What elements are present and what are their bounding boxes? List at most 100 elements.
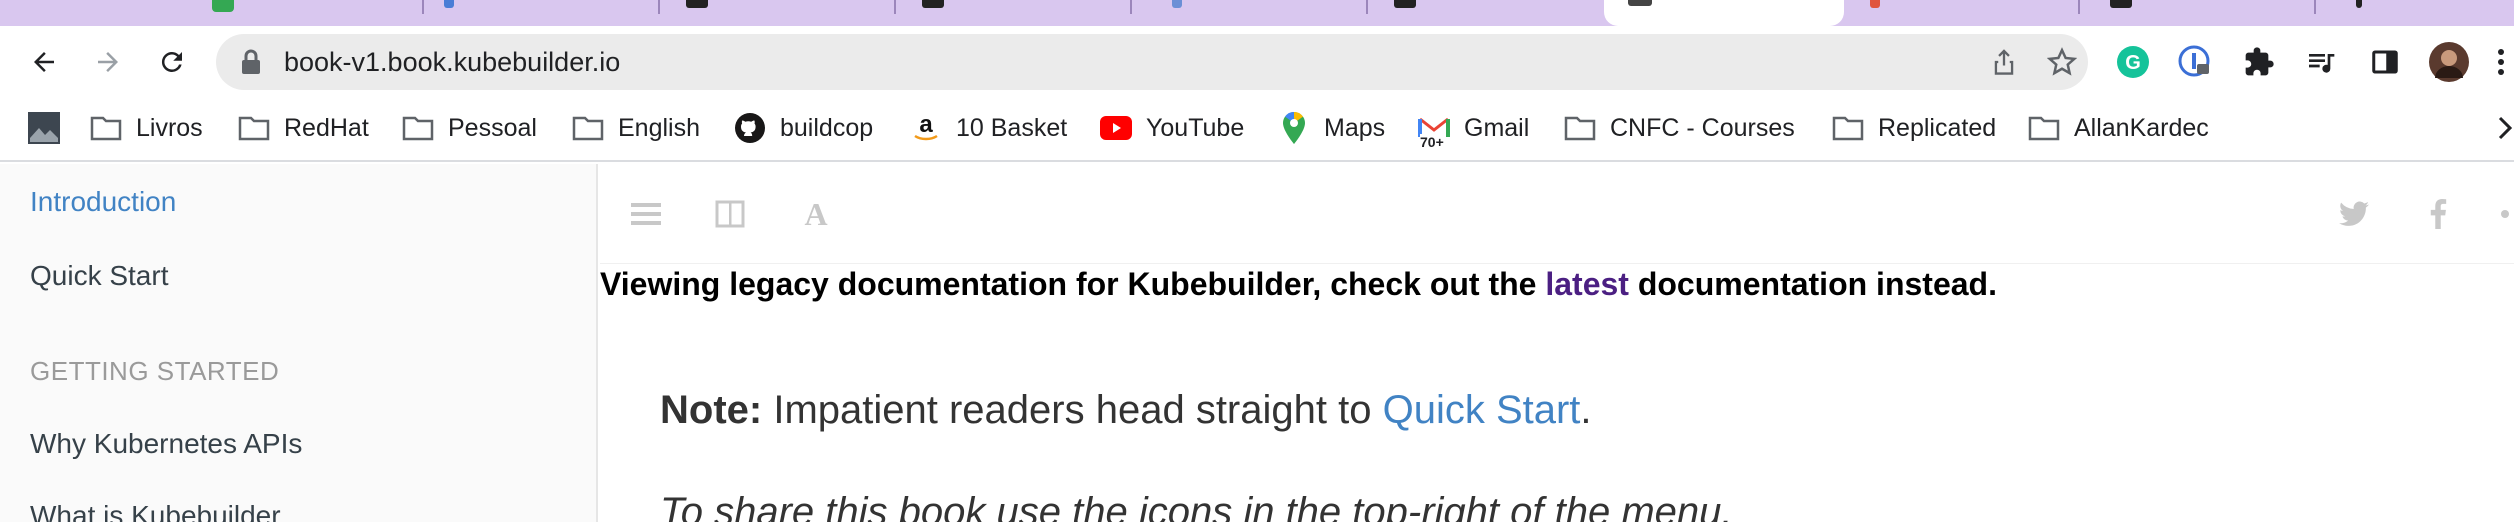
back-button[interactable] bbox=[22, 40, 66, 84]
lock-icon bbox=[240, 48, 262, 81]
note-paragraph: Note: Impatient readers head straight to… bbox=[660, 388, 1592, 433]
folder-icon bbox=[572, 112, 604, 144]
browser-tab[interactable] bbox=[1844, 0, 2080, 26]
tab-favicon-icon bbox=[1172, 0, 1182, 8]
share-page-button[interactable] bbox=[1986, 44, 2022, 80]
bookmarks-overflow-button[interactable] bbox=[2496, 108, 2514, 148]
amazon-icon: a bbox=[910, 112, 942, 144]
folder-icon bbox=[90, 112, 122, 144]
sidebar-item-introduction[interactable]: Introduction bbox=[30, 186, 176, 218]
arrow-right-icon bbox=[98, 52, 118, 72]
browser-tab[interactable] bbox=[424, 0, 660, 26]
chevron-right-icon bbox=[2498, 116, 2513, 140]
facebook-icon bbox=[2430, 199, 2447, 229]
tab-strip bbox=[0, 0, 2514, 26]
side-panel-button[interactable] bbox=[2364, 41, 2406, 83]
sheets-favicon-icon bbox=[212, 0, 234, 12]
bookmarks-bar: Livros RedHat Pessoal English buildcop a… bbox=[0, 98, 2514, 162]
bookmark-folder-livros[interactable]: Livros bbox=[90, 108, 203, 148]
book-favicon-icon bbox=[1628, 0, 1652, 6]
browser-tab[interactable] bbox=[0, 0, 424, 26]
share-facebook-button[interactable] bbox=[2418, 194, 2458, 234]
tab-favicon-icon bbox=[2356, 0, 2362, 8]
forward-button[interactable] bbox=[86, 40, 130, 84]
sidebar-section-header: GETTING STARTED bbox=[30, 356, 280, 386]
bookmark-folder-pessoal[interactable]: Pessoal bbox=[402, 108, 537, 148]
browser-tab[interactable] bbox=[660, 0, 896, 26]
media-control-button[interactable] bbox=[2300, 41, 2342, 83]
bookmark-label: Replicated bbox=[1878, 113, 1997, 142]
browser-tab[interactable] bbox=[1132, 0, 1368, 26]
note-text: Impatient readers head straight to bbox=[762, 388, 1383, 432]
bookmark-label: YouTube bbox=[1146, 113, 1245, 142]
book-header: A bbox=[600, 164, 2514, 264]
folder-icon bbox=[402, 112, 434, 144]
folder-icon bbox=[2028, 112, 2060, 144]
share-more-button[interactable] bbox=[2496, 194, 2514, 234]
browser-toolbar: book-v1.book.kubebuilder.io G bbox=[0, 26, 2514, 98]
grammarly-icon: G bbox=[2117, 46, 2149, 78]
url-text[interactable]: book-v1.book.kubebuilder.io bbox=[284, 48, 620, 76]
columns-icon bbox=[715, 200, 745, 228]
bookmark-label: CNFC - Courses bbox=[1610, 113, 1795, 142]
browser-tab[interactable] bbox=[2316, 0, 2514, 26]
bookmark-buildcop[interactable]: buildcop bbox=[734, 108, 873, 148]
password-manager-extension-button[interactable] bbox=[2174, 41, 2216, 83]
svg-text:a: a bbox=[919, 112, 933, 138]
bookmark-star-button[interactable] bbox=[2044, 44, 2080, 80]
grammarly-extension-button[interactable]: G bbox=[2112, 41, 2154, 83]
bookmark-label: Maps bbox=[1324, 113, 1386, 142]
bookmark-folder-cnfc-courses[interactable]: CNFC - Courses bbox=[1564, 108, 1795, 148]
bookmark-folder-replicated[interactable]: Replicated bbox=[1832, 108, 1996, 148]
sidebar-item-what-is-kubebuilder[interactable]: What is Kubebuilder bbox=[30, 500, 281, 522]
profile-avatar-button[interactable] bbox=[2428, 41, 2470, 83]
share-hint-paragraph: To share this book use the icons in the … bbox=[660, 490, 1733, 522]
sidebar-item-quick-start[interactable]: Quick Start bbox=[30, 260, 168, 292]
bookmark-maps[interactable]: Maps bbox=[1278, 108, 1385, 148]
browser-tab[interactable] bbox=[896, 0, 1132, 26]
bookmark-label: RedHat bbox=[284, 113, 369, 142]
reload-button[interactable] bbox=[150, 40, 194, 84]
address-bar[interactable]: book-v1.book.kubebuilder.io bbox=[216, 34, 2088, 90]
bookmark-folder-english[interactable]: English bbox=[572, 108, 700, 148]
banner-text: Viewing legacy documentation for Kubebui… bbox=[600, 266, 1546, 302]
twitter-icon bbox=[2339, 201, 2369, 226]
bookmark-gmail[interactable]: 70+ Gmail bbox=[1418, 108, 1529, 150]
github-favicon-icon bbox=[2110, 0, 2132, 8]
github-favicon-icon bbox=[922, 0, 944, 8]
bookmark-label: Livros bbox=[136, 113, 203, 142]
folder-icon bbox=[1564, 112, 1596, 144]
sidebar-item-why-kubernetes-apis[interactable]: Why Kubernetes APIs bbox=[30, 428, 302, 460]
browser-tab-active[interactable] bbox=[1604, 0, 1844, 26]
font-settings-button[interactable]: A bbox=[796, 194, 836, 234]
folder-icon bbox=[1832, 112, 1864, 144]
bookmark-label: buildcop bbox=[780, 113, 874, 142]
split-view-button[interactable] bbox=[710, 194, 750, 234]
browser-tab[interactable] bbox=[2080, 0, 2316, 26]
quick-start-link[interactable]: Quick Start bbox=[1383, 388, 1581, 432]
share-twitter-button[interactable] bbox=[2334, 194, 2374, 234]
star-icon bbox=[2047, 47, 2077, 76]
github-favicon-icon bbox=[686, 0, 708, 8]
browser-menu-button[interactable] bbox=[2488, 41, 2514, 83]
book-sidebar: Introduction Quick Start GETTING STARTED… bbox=[0, 164, 598, 522]
extensions-button[interactable] bbox=[2238, 41, 2280, 83]
bookmark-10-basket[interactable]: a 10 Basket bbox=[910, 108, 1067, 148]
reload-icon bbox=[161, 51, 182, 72]
bookmark-label: 10 Basket bbox=[956, 113, 1068, 142]
bookmark-youtube[interactable]: YouTube bbox=[1100, 108, 1244, 148]
bookmark-item[interactable] bbox=[28, 108, 60, 148]
bookmark-folder-redhat[interactable]: RedHat bbox=[238, 108, 369, 148]
github-icon bbox=[734, 112, 766, 144]
latest-docs-link[interactable]: latest bbox=[1545, 266, 1629, 302]
tab-favicon-icon bbox=[1870, 0, 1880, 8]
avatar-icon bbox=[2429, 42, 2469, 82]
bookmark-label: Pessoal bbox=[448, 113, 537, 142]
folder-icon bbox=[238, 112, 270, 144]
book-content: A Viewing legacy documentation for Kubeb… bbox=[600, 164, 2514, 522]
bookmark-folder-allankardec[interactable]: AllanKardec bbox=[2028, 108, 2209, 148]
browser-tab[interactable] bbox=[1368, 0, 1604, 26]
more-dots-icon bbox=[2501, 210, 2509, 218]
image-thumbnail-icon bbox=[28, 112, 60, 144]
toggle-sidebar-button[interactable] bbox=[626, 194, 666, 234]
